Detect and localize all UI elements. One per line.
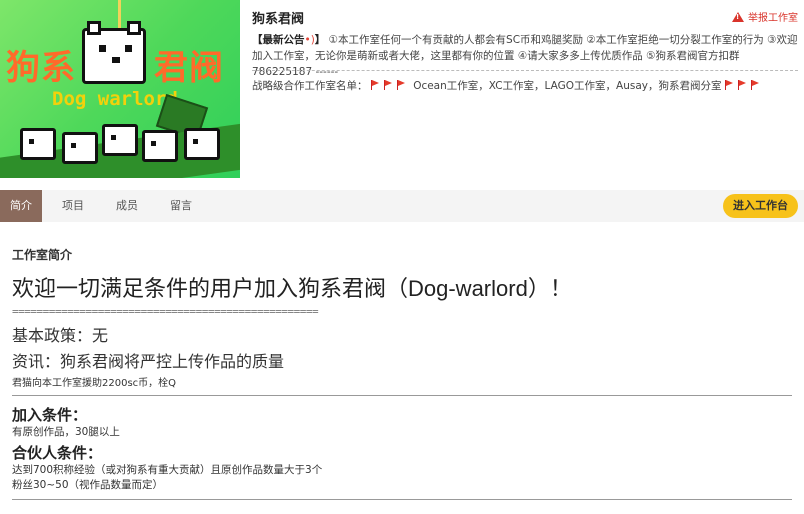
tab-projects[interactable]: 项目: [52, 190, 94, 222]
report-studio-link[interactable]: 举报工作室: [732, 9, 798, 24]
banner-small-dog-icon: [184, 128, 220, 160]
divider: [12, 499, 792, 500]
flag-icon: [370, 80, 381, 90]
announcement-tag: 【最新公告: [252, 34, 305, 46]
tab-intro[interactable]: 简介: [0, 190, 42, 222]
divider: [12, 395, 792, 396]
enter-workspace-button[interactable]: 进入工作台: [723, 194, 798, 218]
banner-small-dog-icon: [62, 132, 98, 164]
speaker-icon: •): [304, 34, 315, 46]
equals-divider: ========================================…: [12, 305, 319, 318]
partners-list: Ocean工作室，XC工作室，LAGO工作室，Ausay，狗系君阀分室: [413, 80, 722, 92]
banner-english-title: Dog warlord: [52, 88, 178, 110]
partner-studios: 战略级合作工作室名单： Ocean工作室，XC工作室，LAGO工作室，Ausay…: [252, 78, 798, 93]
tab-members[interactable]: 成员: [106, 190, 148, 222]
announcement-tag-end: 】: [314, 34, 326, 46]
studio-header: 狗系 君阀 Dog warlord 狗系君阀 举报工作室 【最新公告•)】 ①本…: [0, 0, 804, 178]
partners-label: 战略级合作工作室名单：: [252, 80, 368, 92]
tab-messages[interactable]: 留言: [160, 190, 202, 222]
join-conditions-title: 加入条件：: [12, 406, 88, 424]
partner-conditions-line: 达到700积称经验（或对狗系有重大贡献）且原创作品数量大于3个: [12, 464, 323, 476]
flag-icon: [737, 80, 748, 90]
banner-dog-icon: [82, 21, 146, 84]
announcement: 【最新公告•)】 ①本工作室任何一个有贡献的人都会有SC币和鸡腿奖励 ②本工作室…: [252, 32, 798, 80]
flag-icon: [750, 80, 761, 90]
announcement-text: ①本工作室任何一个有贡献的人都会有SC币和鸡腿奖励 ②本工作室拒绝一切分裂工作室…: [252, 34, 798, 78]
tab-bar: 简介 项目 成员 留言 进入工作台: [0, 190, 804, 222]
banner-small-dog-icon: [102, 124, 138, 156]
warning-icon: [732, 11, 744, 22]
join-conditions-text: 有原创作品，30腿以上: [12, 426, 120, 438]
flag-icon: [383, 80, 394, 90]
news-text: 资讯：狗系君阀将严控上传作品的质量: [12, 352, 285, 371]
partner-conditions-title: 合伙人条件：: [12, 444, 103, 462]
partner-conditions-line: 粉丝30~50（视作品数量而定）: [12, 479, 164, 491]
donation-text: 君猫向本工作室援助2200sc币，栓Q: [12, 378, 177, 389]
welcome-text: 欢迎一切满足条件的用户加入狗系君阀（Dog-warlord）！: [12, 276, 572, 301]
flag-icon: [724, 80, 735, 90]
banner-small-dog-icon: [142, 130, 178, 162]
intro-heading: 工作室简介: [12, 248, 73, 262]
banner-title-left: 狗系: [6, 48, 76, 88]
flag-icon: [396, 80, 407, 90]
studio-banner-image: 狗系 君阀 Dog warlord: [0, 0, 240, 178]
policy-text: 基本政策：无: [12, 326, 109, 345]
report-label: 举报工作室: [748, 13, 798, 24]
banner-small-dog-icon: [20, 128, 56, 160]
studio-intro: 工作室简介 欢迎一切满足条件的用户加入狗系君阀（Dog-warlord）！ ==…: [12, 246, 792, 508]
divider: [252, 70, 798, 71]
banner-title-right: 君阀: [154, 48, 224, 88]
studio-name: 狗系君阀: [252, 12, 305, 27]
